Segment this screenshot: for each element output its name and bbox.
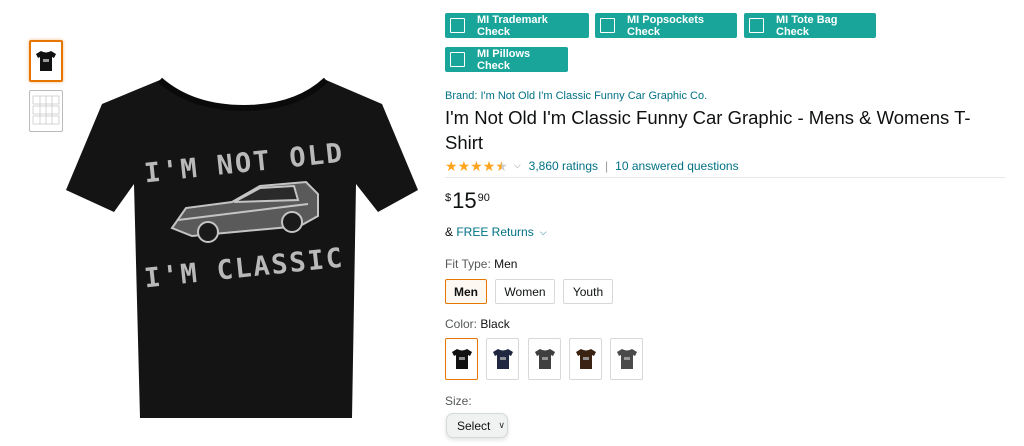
price-whole: 15: [452, 188, 477, 213]
color-swatch-heather-grey[interactable]: [610, 338, 643, 380]
returns-prefix: &: [445, 225, 457, 239]
tshirt-swatch-icon: [534, 349, 555, 369]
size-label: Size:: [445, 394, 472, 408]
brand-link[interactable]: Brand: I'm Not Old I'm Classic Funny Car…: [445, 90, 707, 102]
checkbox-icon: [450, 18, 465, 33]
price-currency: $: [445, 192, 452, 204]
tshirt-swatch-icon: [451, 349, 472, 369]
fit-type-selected: Men: [494, 257, 518, 271]
product-title: I'm Not Old I'm Classic Funny Car Graphi…: [445, 107, 971, 153]
price-fraction: 90: [477, 192, 490, 204]
size-select[interactable]: Select ∨: [446, 413, 508, 438]
half-star-icon: ★: [495, 157, 508, 174]
answered-questions-link[interactable]: 10 answered questions: [615, 159, 738, 173]
color-selected: Black: [480, 317, 510, 331]
free-returns[interactable]: & FREE Returns ⌵: [445, 225, 555, 239]
mi-tote-bag-check-button[interactable]: MI Tote Bag Check: [744, 13, 876, 38]
free-returns-link[interactable]: FREE Returns: [456, 225, 533, 239]
star-icon: ★: [445, 157, 458, 174]
star-rating[interactable]: ★ ★ ★ ★ ★: [445, 159, 508, 173]
tshirt-swatch-icon: [492, 349, 513, 369]
tshirt-swatch-icon: [575, 349, 596, 369]
thumbnail-tshirt[interactable]: [29, 40, 63, 82]
mi-tote-bag-check-label: MI Tote Bag Check: [776, 13, 838, 38]
fit-type-label: Fit Type: Men: [445, 257, 517, 271]
chevron-down-icon[interactable]: ⌵: [514, 160, 521, 171]
fit-option-men[interactable]: Men: [445, 279, 487, 304]
mi-popsockets-check-button[interactable]: MI Popsockets Check: [595, 13, 737, 38]
fit-type-label-text: Fit Type:: [445, 257, 491, 271]
price: $ 15 90: [445, 188, 490, 214]
mi-trademark-check-label: MI Trademark Check: [477, 13, 548, 38]
star-icon: ★: [457, 157, 471, 174]
color-swatch-black[interactable]: [445, 338, 478, 380]
ratings-count-link[interactable]: 3,860 ratings: [529, 159, 598, 173]
ratings-row: ★ ★ ★ ★ ★ ⌵ 3,860 ratings | 10 answered …: [445, 158, 1005, 178]
tshirt-thumbnail-icon: [36, 51, 56, 71]
checkbox-icon: [600, 18, 615, 33]
star-icon: ★: [470, 157, 483, 174]
color-label-text: Color:: [445, 317, 478, 331]
mi-pillows-check-label: MI Pillows Check: [477, 47, 531, 72]
color-swatch-asphalt[interactable]: [528, 338, 561, 380]
mi-trademark-check-button[interactable]: MI Trademark Check: [445, 13, 589, 38]
color-swatch-brown[interactable]: [569, 338, 602, 380]
chevron-down-icon: ∨: [498, 420, 505, 430]
size-chart-icon: [32, 95, 60, 125]
mi-popsockets-check-label: MI Popsockets Check: [627, 13, 705, 38]
checkbox-icon: [450, 52, 465, 67]
checkbox-icon: [749, 18, 764, 33]
color-swatch-navy[interactable]: [486, 338, 519, 380]
tshirt-swatch-icon: [616, 349, 637, 369]
mi-pillows-check-button[interactable]: MI Pillows Check: [445, 47, 568, 72]
main-product-image[interactable]: I'M NOT OLD I'M CLASSIC: [64, 62, 420, 422]
size-select-label: Select: [457, 418, 491, 433]
thumbnail-size-chart[interactable]: [29, 90, 63, 132]
chevron-down-icon[interactable]: ⌵: [540, 227, 547, 238]
separator: |: [605, 158, 609, 173]
fit-option-youth[interactable]: Youth: [563, 279, 613, 304]
star-icon: ★: [482, 157, 496, 174]
fit-option-women[interactable]: Women: [495, 279, 555, 304]
color-label: Color: Black: [445, 317, 510, 331]
tshirt-shape: [66, 80, 418, 418]
